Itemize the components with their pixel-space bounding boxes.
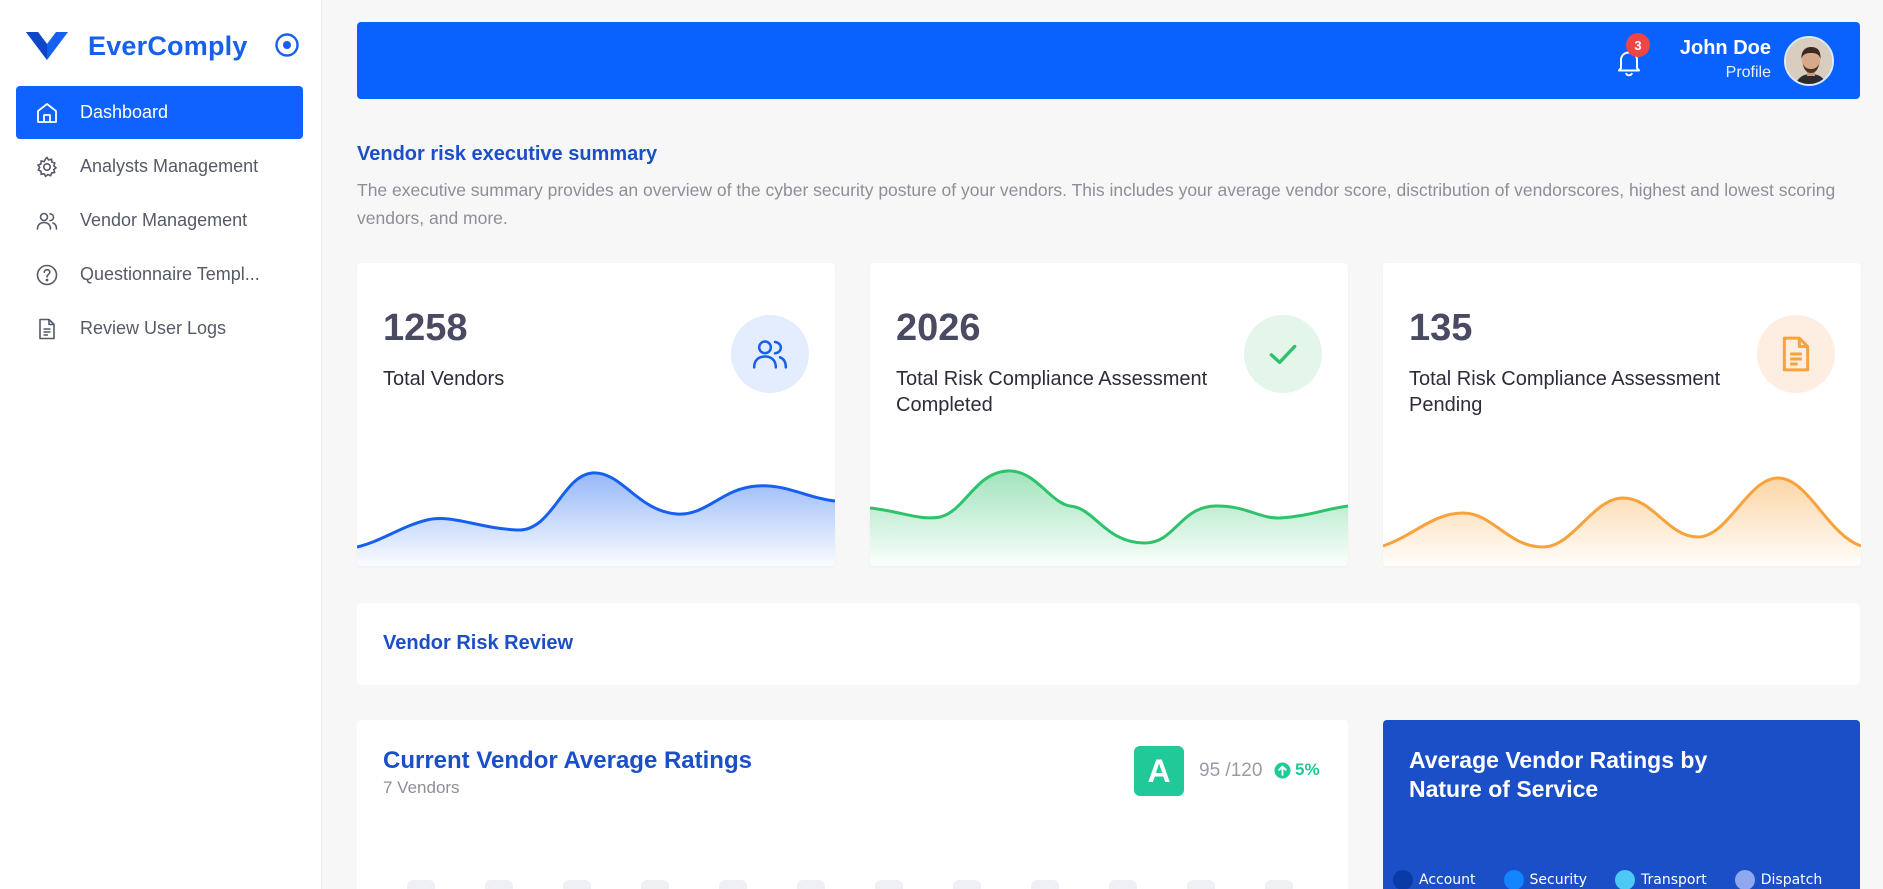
sidebar-item-dashboard[interactable]: Dashboard (16, 86, 303, 139)
ratings-chart (407, 880, 1307, 889)
evercomply-logo-icon (26, 32, 68, 60)
rating-score: 95 /120 (1199, 760, 1263, 781)
chart-bar-placeholder (1031, 880, 1059, 889)
chart-bar-placeholder (875, 880, 903, 889)
chart-bar-placeholder (1265, 880, 1293, 889)
sidebar-item-questionnaire-templates[interactable]: Questionnaire Templ... (16, 248, 303, 301)
avatar[interactable] (1784, 36, 1834, 86)
document-icon (34, 316, 60, 342)
sidebar-item-label: Questionnaire Templ... (80, 264, 260, 284)
chart-bar-placeholder (1187, 880, 1215, 889)
chart-bar-placeholder (953, 880, 981, 889)
legend-item-dispatch[interactable]: Dispatch (1734, 870, 1823, 889)
chart-bar-placeholder (563, 880, 591, 889)
summary-title: Vendor risk executive summary (357, 143, 658, 165)
vendor-risk-review: Vendor Risk Review (357, 603, 1860, 685)
chart-bar-placeholder (485, 880, 513, 889)
arrow-up-circle-icon (1274, 761, 1291, 779)
sidebar-nav: Dashboard Analysts Management Vendor Man… (16, 86, 303, 356)
chart-bar-placeholder (641, 880, 669, 889)
sidebar: EverComply Dashboard Analysts Management… (0, 0, 322, 889)
notification-badge: 3 (1626, 33, 1650, 57)
service-title: Average Vendor Ratings by Nature of Serv… (1409, 747, 1708, 802)
chart-legend: Account Security Transport Dispatch (1393, 870, 1850, 889)
legend-item-security[interactable]: Security (1503, 870, 1588, 889)
sidebar-item-label: Vendor Management (80, 210, 248, 230)
legend-swatch (1615, 870, 1636, 889)
stat-label: Total Risk Compliance Assessment Pending (1409, 368, 1721, 416)
legend-label: Transport (1641, 872, 1707, 888)
stat-card-assessments-completed: 2026 Total Risk Compliance Assessment Co… (870, 263, 1348, 566)
check-icon (1244, 315, 1322, 393)
stat-value: 1258 (383, 307, 468, 349)
legend-label: Dispatch (1760, 872, 1823, 888)
section-title: Vendor Risk Review (383, 632, 574, 654)
document-icon (1757, 315, 1835, 393)
gear-icon (34, 154, 60, 180)
stat-label: Total Risk Compliance Assessment Complet… (896, 368, 1208, 416)
sidebar-item-review-user-logs[interactable]: Review User Logs (16, 302, 303, 355)
trend-sparkline (1383, 476, 1861, 566)
users-icon (34, 208, 60, 234)
sidebar-item-label: Review User Logs (80, 318, 227, 338)
chart-bar-placeholder (719, 880, 747, 889)
legend-label: Account (1419, 872, 1476, 888)
rating-change: 5% (1274, 760, 1320, 780)
summary-description: The executive summary provides an overvi… (357, 180, 1836, 228)
sidebar-item-label: Analysts Management (80, 156, 259, 176)
help-circle-icon (34, 262, 60, 288)
sidebar-item-label: Dashboard (80, 102, 169, 122)
user-profile-link[interactable]: Profile (1726, 64, 1771, 82)
service-ratings-panel: Average Vendor Ratings by Nature of Serv… (1383, 720, 1860, 889)
brand[interactable]: EverComply (24, 26, 300, 66)
legend-item-account[interactable]: Account (1393, 870, 1476, 889)
stat-card-assessments-pending: 135 Total Risk Compliance Assessment Pen… (1383, 263, 1861, 566)
grade-badge: A (1134, 746, 1184, 796)
legend-label: Security (1529, 872, 1588, 888)
brand-name: EverComply (88, 30, 248, 61)
stat-value: 135 (1409, 307, 1473, 349)
users-icon (731, 315, 809, 393)
legend-swatch (1503, 870, 1524, 889)
chart-bar-placeholder (797, 880, 825, 889)
stat-value: 2026 (896, 307, 981, 349)
chart-bar-placeholder (407, 880, 435, 889)
legend-item-transport[interactable]: Transport (1615, 870, 1707, 889)
rating-change-value: 5% (1295, 760, 1320, 779)
vendor-ratings-panel: Current Vendor Average Ratings 7 Vendors… (357, 720, 1348, 889)
ratings-title: Current Vendor Average Ratings (383, 747, 752, 774)
home-icon (34, 100, 60, 126)
stat-label: Total Vendors (383, 368, 505, 390)
sidebar-item-analysts-management[interactable]: Analysts Management (16, 140, 303, 193)
legend-swatch (1393, 870, 1413, 889)
top-bar: 3 John Doe Profile (357, 22, 1860, 99)
chart-bar-placeholder (1109, 880, 1137, 889)
user-name[interactable]: John Doe (1680, 37, 1771, 60)
stat-card-total-vendors: 1258 Total Vendors (357, 263, 835, 566)
sidebar-item-vendor-management[interactable]: Vendor Management (16, 194, 303, 247)
ratings-vendor-count: 7 Vendors (383, 778, 460, 797)
sidebar-toggle-icon[interactable] (274, 32, 300, 58)
trend-sparkline (870, 469, 1348, 566)
legend-swatch (1734, 870, 1755, 889)
trend-sparkline (357, 471, 835, 566)
